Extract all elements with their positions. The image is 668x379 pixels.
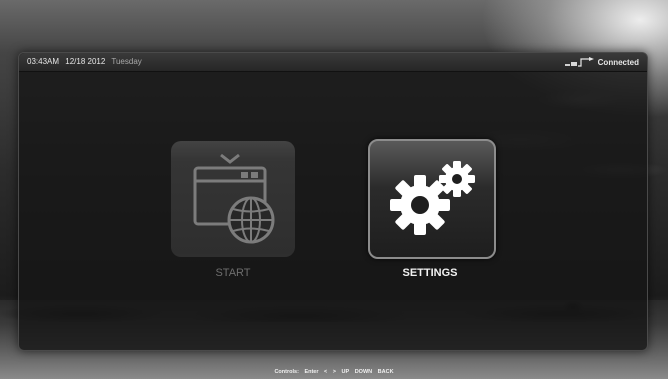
- control-up: UP: [341, 369, 350, 375]
- datetime-display: 03:43AM 12/18 2012 Tuesday: [27, 57, 146, 66]
- status-day: Tuesday: [111, 57, 142, 66]
- control-left: <: [324, 369, 328, 375]
- control-back: BACK: [377, 369, 394, 375]
- network-status: Connected: [564, 56, 639, 68]
- status-time: 03:43AM: [27, 57, 60, 66]
- network-signal-icon: [564, 57, 594, 67]
- status-bar: 03:43AM 12/18 2012 Tuesday Connected: [19, 53, 647, 72]
- start-label[interactable]: START: [153, 267, 313, 279]
- network-status-label: Connected: [597, 57, 639, 67]
- app-globe-icon: [193, 153, 275, 244]
- start-tile[interactable]: [171, 141, 295, 257]
- control-right: >: [332, 369, 336, 375]
- control-down: DOWN: [354, 369, 373, 375]
- status-date: 12/18 2012: [65, 57, 106, 66]
- control-enter: Enter: [304, 369, 319, 375]
- settings-tile[interactable]: [368, 139, 496, 259]
- main-menu-panel: 03:43AM 12/18 2012 Tuesday Connected STA…: [18, 52, 648, 351]
- settings-label[interactable]: SETTINGS: [350, 267, 510, 279]
- gears-icon: [390, 161, 475, 235]
- controls-hint: Controls: Enter < > UP DOWN BACK: [0, 369, 668, 375]
- controls-label: Controls:: [274, 369, 299, 375]
